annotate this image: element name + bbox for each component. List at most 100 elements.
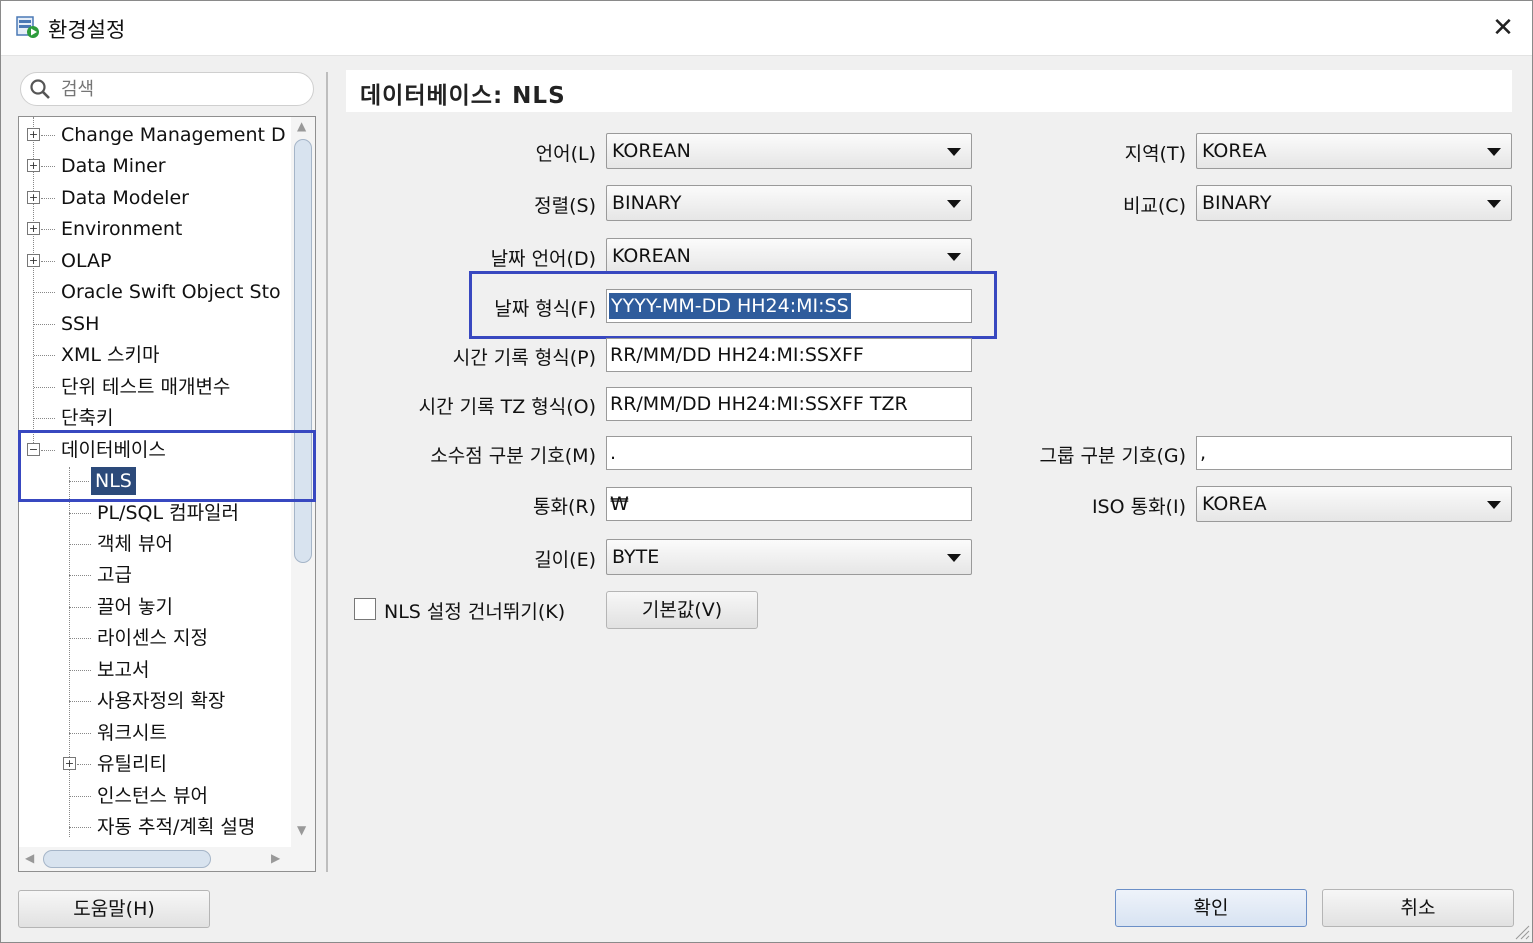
group-separator-value: , bbox=[1200, 442, 1207, 464]
tree-item-reports[interactable]: 보고서 bbox=[19, 656, 289, 684]
page-title: 데이터베이스: NLS bbox=[360, 83, 566, 109]
scroll-right-icon[interactable]: ▶ bbox=[271, 851, 280, 865]
tree-item-data-modeler[interactable]: + Data Modeler bbox=[19, 184, 289, 212]
timestamp-tz-format-field[interactable]: RR/MM/DD HH24:MI:SSXFF TZR bbox=[606, 387, 972, 421]
search-icon bbox=[30, 79, 50, 99]
date-language-select[interactable]: KOREAN bbox=[606, 238, 972, 274]
tree-connector bbox=[41, 166, 55, 167]
tree-connector bbox=[34, 324, 55, 325]
currency-value: ₩ bbox=[610, 493, 629, 515]
scroll-down-icon[interactable]: ▼ bbox=[297, 823, 306, 837]
tree-item-advanced[interactable]: 고급 bbox=[19, 561, 289, 589]
tree-item-olap[interactable]: + OLAP bbox=[19, 247, 289, 275]
expand-icon[interactable]: + bbox=[27, 222, 40, 235]
tree-item-utilities[interactable]: + 유틸리티 bbox=[19, 750, 289, 778]
sort-value: BINARY bbox=[612, 192, 682, 214]
language-value: KOREAN bbox=[612, 140, 691, 162]
iso-currency-select[interactable]: KOREA bbox=[1196, 486, 1512, 522]
cancel-button[interactable]: 취소 bbox=[1322, 889, 1514, 927]
tree-item-label: Change Management D bbox=[61, 124, 286, 146]
tree-connector bbox=[69, 544, 91, 545]
tree-connector bbox=[69, 513, 91, 514]
tree-connector bbox=[41, 198, 55, 199]
scroll-up-icon[interactable]: ▲ bbox=[297, 119, 306, 133]
tree-item-label: 워크시트 bbox=[97, 722, 167, 744]
tree-item-xml-schema[interactable]: XML 스키마 bbox=[19, 341, 289, 369]
expand-icon[interactable]: + bbox=[27, 191, 40, 204]
territory-value: KOREA bbox=[1202, 140, 1267, 162]
chevron-down-icon bbox=[947, 253, 961, 261]
panel-divider[interactable] bbox=[326, 72, 328, 872]
tree-item-data-miner[interactable]: + Data Miner bbox=[19, 152, 289, 180]
tree-item-worksheet[interactable]: 워크시트 bbox=[19, 719, 289, 747]
scroll-left-icon[interactable]: ◀ bbox=[25, 851, 34, 865]
tree-item-nls[interactable]: NLS bbox=[19, 467, 289, 495]
currency-field[interactable]: ₩ bbox=[606, 487, 972, 521]
sort-select[interactable]: BINARY bbox=[606, 185, 972, 221]
expand-icon[interactable]: + bbox=[27, 159, 40, 172]
skip-nls-checkbox[interactable] bbox=[354, 598, 376, 620]
resize-grip-icon[interactable] bbox=[1512, 922, 1530, 940]
decimal-separator-value: . bbox=[610, 442, 617, 464]
tree-item-ssh[interactable]: SSH bbox=[19, 310, 289, 338]
ok-button[interactable]: 확인 bbox=[1115, 889, 1307, 927]
close-icon[interactable]: ✕ bbox=[1488, 14, 1518, 44]
length-value: BYTE bbox=[612, 546, 660, 568]
timestamp-format-field[interactable]: RR/MM/DD HH24:MI:SSXFF bbox=[606, 338, 972, 372]
tree-item-change-management[interactable]: + Change Management D bbox=[19, 121, 289, 149]
tree-item-object-viewer[interactable]: 객체 뷰어 bbox=[19, 530, 289, 558]
date-format-label: 날짜 형식(F) bbox=[494, 298, 596, 320]
decimal-separator-label: 소수점 구분 기호(M) bbox=[430, 445, 596, 467]
tree-horizontal-scrollbar[interactable]: ◀ ▶ bbox=[19, 847, 315, 871]
tree-connector bbox=[34, 387, 55, 388]
tree-item-shortcut-keys[interactable]: 단축키 bbox=[19, 404, 289, 432]
tree-item-instance-viewer[interactable]: 인스턴스 뷰어 bbox=[19, 782, 289, 810]
date-format-field[interactable]: YYYY-MM-DD HH24:MI:SS bbox=[606, 289, 972, 323]
tree-connector bbox=[69, 638, 91, 639]
horizontal-scroll-thumb[interactable] bbox=[43, 850, 211, 868]
tree-item-label: 고급 bbox=[97, 564, 132, 586]
vertical-scroll-thumb[interactable] bbox=[294, 139, 312, 563]
title-bar: 환경설정 ✕ bbox=[0, 0, 1533, 56]
default-values-button[interactable]: 기본값(V) bbox=[606, 591, 758, 629]
tree-connector bbox=[69, 701, 91, 702]
help-button[interactable]: 도움말(H) bbox=[18, 890, 210, 928]
search-input[interactable] bbox=[61, 77, 301, 101]
tree-item-autotrace[interactable]: 자동 추적/계획 설명 bbox=[19, 813, 289, 841]
language-select[interactable]: KOREAN bbox=[606, 133, 972, 169]
tree-item-plsql-compiler[interactable]: PL/SQL 컴파일러 bbox=[19, 499, 289, 527]
app-icon bbox=[16, 16, 39, 38]
search-box[interactable] bbox=[20, 72, 314, 106]
decimal-separator-field[interactable]: . bbox=[606, 436, 972, 470]
tree-item-database[interactable]: − 데이터베이스 bbox=[19, 436, 289, 464]
tree-item-label: XML 스키마 bbox=[61, 344, 160, 366]
tree-vertical-scrollbar[interactable]: ▲ ▼ bbox=[291, 117, 315, 849]
chevron-down-icon bbox=[947, 554, 961, 562]
tree-connector bbox=[69, 607, 91, 608]
skip-nls-label: NLS 설정 건너뛰기(K) bbox=[384, 601, 566, 623]
tree-item-user-extensions[interactable]: 사용자정의 확장 bbox=[19, 687, 289, 715]
preferences-tree[interactable]: + Change Management D + Data Miner + Dat… bbox=[18, 116, 316, 872]
expand-icon[interactable]: + bbox=[27, 254, 40, 267]
tree-item-environment[interactable]: + Environment bbox=[19, 215, 289, 243]
tree-item-label: 사용자정의 확장 bbox=[97, 690, 226, 712]
tree-connector bbox=[34, 418, 55, 419]
collapse-icon[interactable]: − bbox=[27, 443, 40, 456]
territory-select[interactable]: KOREA bbox=[1196, 133, 1512, 169]
length-select[interactable]: BYTE bbox=[606, 539, 972, 575]
chevron-down-icon bbox=[947, 148, 961, 156]
tree-item-label: 단위 테스트 매개변수 bbox=[61, 376, 231, 398]
comparison-select[interactable]: BINARY bbox=[1196, 185, 1512, 221]
window-title: 환경설정 bbox=[48, 18, 126, 42]
tree-item-label: OLAP bbox=[61, 250, 112, 272]
tree-item-licensing[interactable]: 라이센스 지정 bbox=[19, 624, 289, 652]
sort-label: 정렬(S) bbox=[534, 195, 596, 217]
expand-icon[interactable]: + bbox=[63, 757, 76, 770]
group-separator-label: 그룹 구분 기호(G) bbox=[1039, 445, 1186, 467]
tree-item-unit-test-params[interactable]: 단위 테스트 매개변수 bbox=[19, 373, 289, 401]
group-separator-field[interactable]: , bbox=[1196, 436, 1512, 470]
tree-item-drag-drop[interactable]: 끌어 놓기 bbox=[19, 593, 289, 621]
expand-icon[interactable]: + bbox=[27, 128, 40, 141]
tree-item-oracle-swift[interactable]: Oracle Swift Object Sto bbox=[19, 278, 289, 306]
territory-label: 지역(T) bbox=[1124, 143, 1186, 165]
